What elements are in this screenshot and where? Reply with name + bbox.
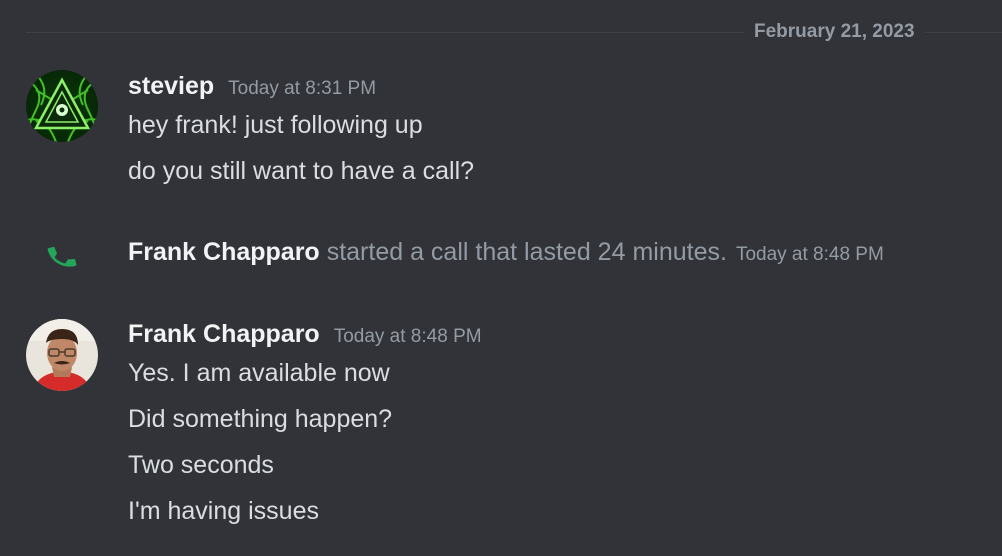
timestamp[interactable]: Today at 8:48 PM: [736, 244, 884, 266]
message-text: Did something happen?: [128, 405, 393, 433]
message-text: Yes. I am available now: [128, 359, 390, 387]
call-username[interactable]: Frank Chapparo: [128, 238, 320, 267]
avatar[interactable]: [26, 319, 98, 391]
avatar[interactable]: [26, 70, 98, 142]
phone-icon: [47, 246, 77, 267]
call-description: started a call that lasted 24 minutes.: [326, 238, 727, 266]
message-group-steviep: steviep Today at 8:31 PM hey frank! just…: [128, 72, 474, 186]
username[interactable]: Frank Chapparo: [128, 320, 320, 349]
message-text: I'm having issues: [128, 497, 319, 525]
timestamp[interactable]: Today at 8:48 PM: [334, 326, 482, 348]
message-header: Frank Chapparo Today at 8:48 PM: [128, 320, 482, 350]
call-text: Frank Chapparo started a call that laste…: [128, 238, 884, 267]
message-text: hey frank! just following up: [128, 111, 423, 139]
message-group-frank: Frank Chapparo Today at 8:48 PM Yes. I a…: [128, 320, 482, 526]
message-text: do you still want to have a call?: [128, 157, 475, 185]
photo-avatar-image: [26, 319, 98, 391]
message-text: Two seconds: [128, 451, 274, 479]
timestamp[interactable]: Today at 8:31 PM: [228, 78, 376, 100]
call-system-message: Frank Chapparo started a call that laste…: [0, 238, 1002, 272]
geometric-triangle-avatar-image: [26, 70, 98, 142]
username[interactable]: steviep: [128, 72, 214, 101]
date-divider-label: February 21, 2023: [744, 20, 925, 44]
message-header: steviep Today at 8:31 PM: [128, 72, 474, 102]
